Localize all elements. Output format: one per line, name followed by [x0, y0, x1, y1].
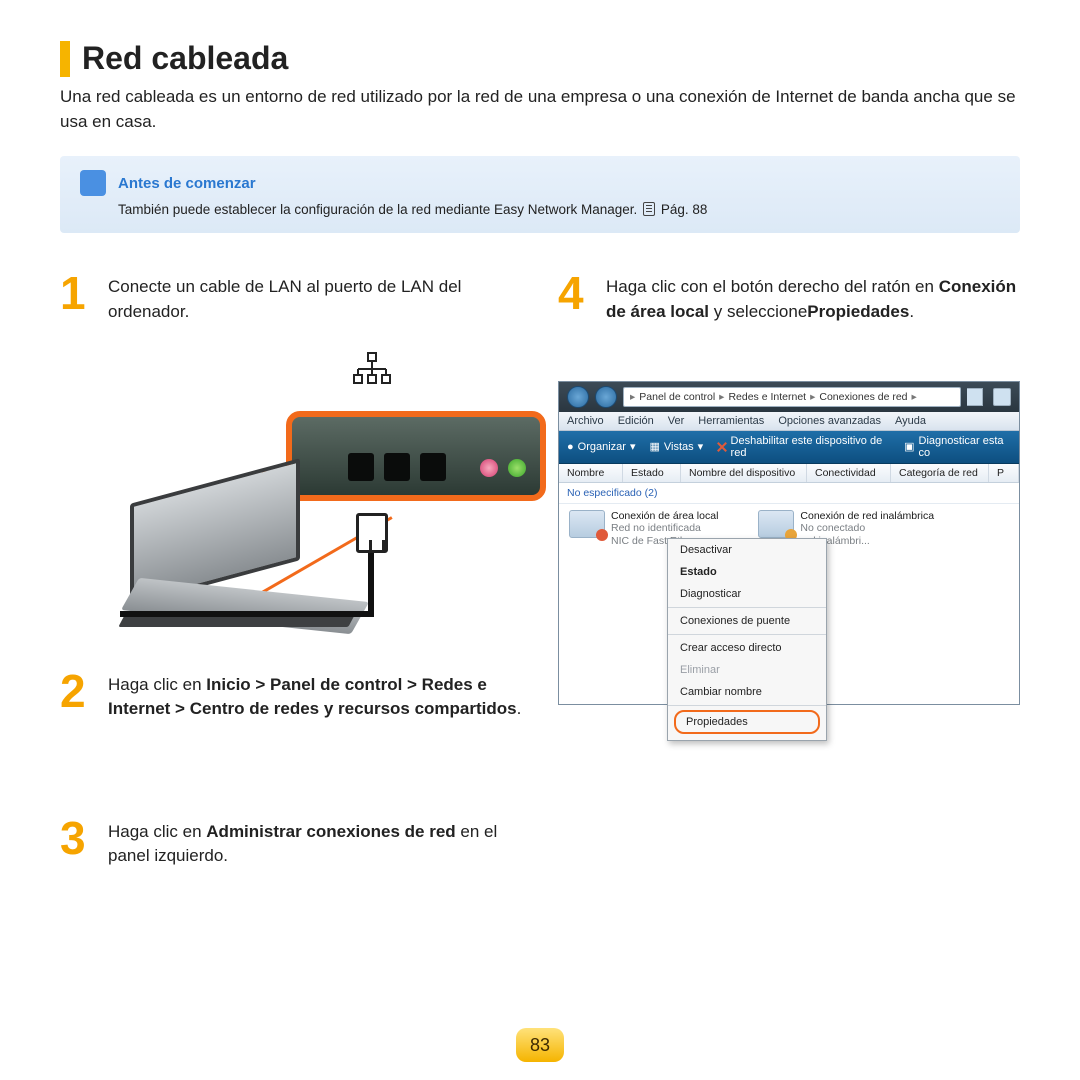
toolbar: ● Organizar ▾ ▦ Vistas ▾ Deshabilitar es…	[559, 431, 1019, 464]
callout-page-ref: Pág. 88	[661, 202, 708, 217]
intro-text: Una red cableada es un entorno de red ut…	[60, 85, 1020, 134]
step-1-number: 1	[60, 273, 98, 324]
lan-cable	[120, 611, 374, 617]
breadcrumb-item[interactable]: Panel de control	[639, 391, 715, 403]
organize-button[interactable]: ● Organizar ▾	[567, 440, 635, 453]
ports-zoom-panel	[286, 411, 546, 501]
step-4-line1: Haga clic con el botón derecho del ratón…	[606, 277, 934, 296]
back-button[interactable]	[567, 386, 589, 408]
lan-conn-status: Red no identificada	[611, 522, 718, 535]
cm-cambiar-nombre[interactable]: Cambiar nombre	[668, 681, 826, 703]
callout-title: Antes de comenzar	[118, 175, 256, 192]
lan-connection-icon	[569, 510, 605, 538]
lan-port-icon	[384, 453, 410, 481]
cm-eliminar: Eliminar	[668, 659, 826, 681]
step-2: 2 Haga clic en Inicio > Panel de control…	[60, 671, 522, 722]
step-3: 3 Haga clic en Administrar conexiones de…	[60, 818, 522, 869]
step-4: 4 Haga clic con el botón derecho del rat…	[558, 273, 1020, 324]
cm-separator	[668, 607, 826, 608]
window-titlebar: ▸ Panel de control ▸ Redes e Internet ▸ …	[559, 382, 1019, 412]
wifi-conn-status: No conectado	[800, 522, 934, 535]
step-2-pre: Haga clic en	[108, 675, 206, 694]
refresh-button[interactable]	[993, 388, 1011, 406]
mic-jack-icon	[480, 459, 498, 477]
cm-puente[interactable]: Conexiones de puente	[668, 610, 826, 632]
page-title-row: Red cableada	[60, 40, 1020, 77]
step-4-text: Haga clic con el botón derecho del ratón…	[606, 273, 1020, 324]
page-ref-icon	[643, 202, 655, 216]
context-menu: Desactivar Estado Diagnosticar Conexione…	[667, 538, 827, 741]
col-conectividad[interactable]: Conectividad	[807, 464, 891, 482]
col-categoria[interactable]: Categoría de red	[891, 464, 989, 482]
disable-device-button[interactable]: Deshabilitar este dispositivo de red	[717, 435, 890, 459]
lan-conn-title: Conexión de área local	[611, 510, 718, 523]
step-2-text: Haga clic en Inicio > Panel de control >…	[108, 671, 522, 722]
right-column: 4 Haga clic con el botón derecho del rat…	[558, 273, 1020, 895]
page-number-badge: 83	[516, 1028, 564, 1062]
title-accent-bar	[60, 41, 70, 77]
callout-body-text: También puede establecer la configuració…	[118, 202, 641, 217]
step-3-text: Haga clic en Administrar conexiones de r…	[108, 818, 522, 869]
col-nombre[interactable]: Nombre	[559, 464, 623, 482]
laptop-lan-illustration	[60, 351, 522, 641]
wifi-conn-title: Conexión de red inalámbrica	[800, 510, 934, 523]
step-1: 1 Conecte un cable de LAN al puerto de L…	[60, 273, 522, 324]
cm-propiedades[interactable]: Propiedades	[674, 710, 820, 734]
step-4-mid: y seleccione	[709, 302, 807, 321]
cm-diagnosticar[interactable]: Diagnosticar	[668, 583, 826, 605]
cm-separator	[668, 705, 826, 706]
network-port-icon	[352, 351, 392, 396]
callout-icon	[80, 170, 106, 196]
network-connections-window: ▸ Panel de control ▸ Redes e Internet ▸ …	[558, 381, 1020, 705]
step-2-post: .	[517, 699, 522, 718]
step-3-number: 3	[60, 818, 98, 869]
step-2-number: 2	[60, 671, 98, 722]
col-estado[interactable]: Estado	[623, 464, 681, 482]
callout-header: Antes de comenzar	[80, 170, 1000, 196]
cm-desactivar[interactable]: Desactivar	[668, 539, 826, 561]
menu-item[interactable]: Herramientas	[698, 415, 764, 427]
menu-item[interactable]: Edición	[618, 415, 654, 427]
breadcrumb-item[interactable]: Conexiones de red	[819, 391, 907, 403]
lan-port-icon	[348, 453, 374, 481]
step-4-number: 4	[558, 273, 596, 324]
wifi-connection-icon	[758, 510, 794, 538]
column-headers: Nombre Estado Nombre del dispositivo Con…	[559, 464, 1019, 483]
lan-port-icon	[420, 453, 446, 481]
menubar: Archivo Edición Ver Herramientas Opcione…	[559, 412, 1019, 431]
menu-item[interactable]: Ver	[668, 415, 685, 427]
breadcrumb-item[interactable]: Redes e Internet	[728, 391, 806, 403]
category-row[interactable]: No especificado (2)	[559, 483, 1019, 504]
audio-jack-icon	[508, 459, 526, 477]
cm-estado[interactable]: Estado	[668, 561, 826, 583]
callout-body: También puede establecer la configuració…	[80, 202, 1000, 217]
step-3-pre: Haga clic en	[108, 822, 206, 841]
address-bar[interactable]: ▸ Panel de control ▸ Redes e Internet ▸ …	[623, 387, 961, 407]
cm-separator	[668, 634, 826, 635]
forward-button[interactable]	[595, 386, 617, 408]
col-dispositivo[interactable]: Nombre del dispositivo	[681, 464, 807, 482]
rj45-plug-icon	[356, 513, 388, 553]
views-button[interactable]: ▦ Vistas ▾	[649, 440, 703, 453]
connections-area: Conexión de área local Red no identifica…	[559, 504, 1019, 704]
menu-item[interactable]: Opciones avanzadas	[778, 415, 881, 427]
diagnose-button[interactable]: ▣ Diagnosticar esta co	[904, 435, 1011, 459]
address-dropdown-icon[interactable]	[967, 388, 983, 406]
step-3-bold: Administrar conexiones de red	[206, 822, 455, 841]
page-title: Red cableada	[82, 40, 288, 77]
step-1-text: Conecte un cable de LAN al puerto de LAN…	[108, 273, 522, 324]
step-4-post: .	[909, 302, 914, 321]
before-start-callout: Antes de comenzar También puede establec…	[60, 156, 1020, 233]
lan-cable	[368, 553, 374, 617]
cm-acceso-directo[interactable]: Crear acceso directo	[668, 637, 826, 659]
col-extra[interactable]: P	[989, 464, 1019, 482]
menu-item[interactable]: Archivo	[567, 415, 604, 427]
menu-item[interactable]: Ayuda	[895, 415, 926, 427]
step-4-bold2: Propiedades	[807, 302, 909, 321]
left-column: 1 Conecte un cable de LAN al puerto de L…	[60, 273, 522, 895]
